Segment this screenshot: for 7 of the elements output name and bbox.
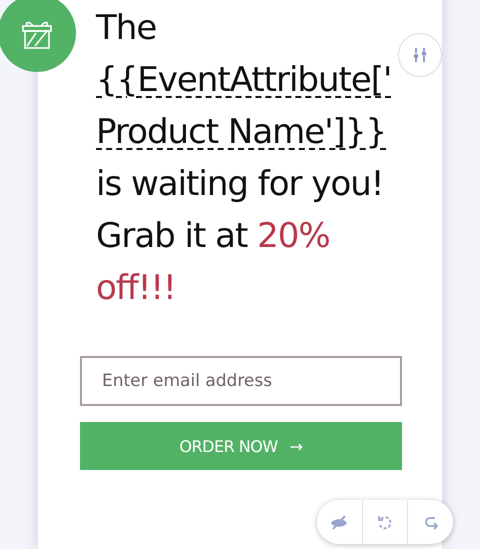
sliders-icon: [411, 46, 429, 64]
email-field[interactable]: Enter email address: [80, 356, 402, 406]
headline: The {{EventAttribute['Product Name']}} is waiting for you! Grab it at 20% off!!!: [96, 7, 392, 310]
undo-icon: [377, 514, 393, 530]
redo-icon: [422, 514, 439, 530]
order-button[interactable]: ORDER NOW →: [80, 422, 402, 470]
eye-off-icon: [330, 514, 348, 530]
